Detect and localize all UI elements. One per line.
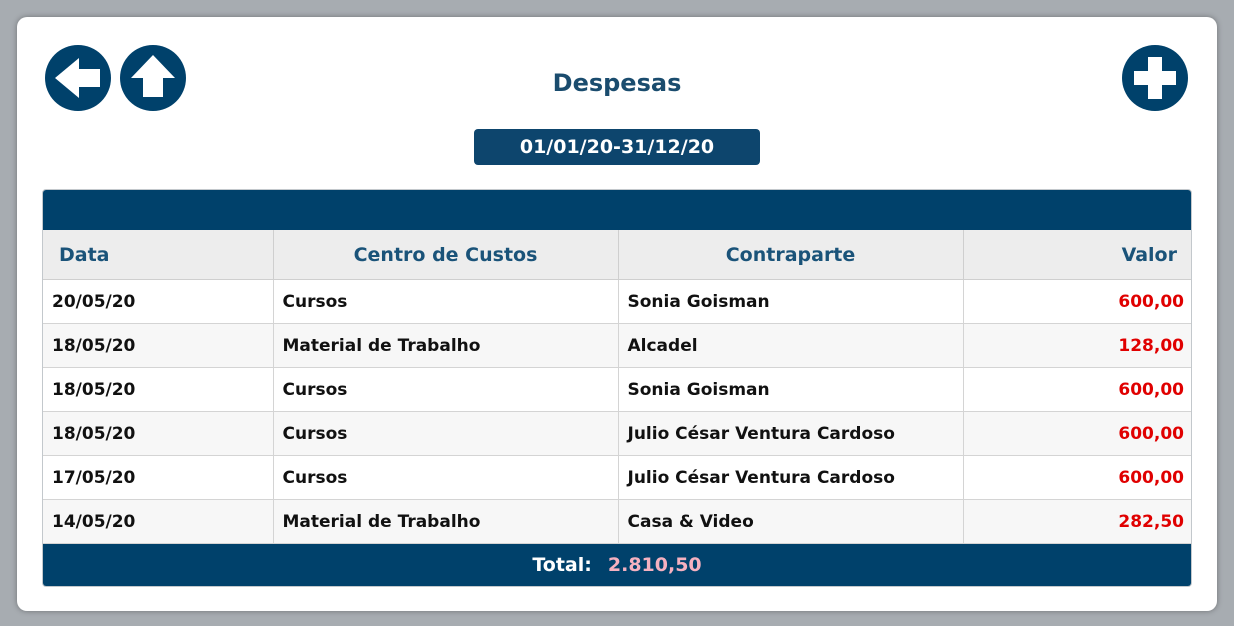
period-separator: -: [613, 136, 621, 158]
cell-centro-de-custos: Cursos: [273, 367, 619, 412]
expenses-table: Data Centro de Custos Contraparte Valor …: [42, 189, 1192, 587]
total-label: Total:: [532, 554, 592, 576]
cell-valor: 600,00: [963, 455, 1191, 500]
page-title: Despesas: [552, 69, 682, 97]
cell-centro-de-custos: Cursos: [273, 455, 619, 500]
column-header-valor[interactable]: Valor: [963, 230, 1191, 280]
add-expense-button[interactable]: [1122, 45, 1188, 111]
cell-centro-de-custos: Material de Trabalho: [273, 323, 619, 368]
cell-data: 14/05/20: [43, 499, 274, 544]
date-range-selector[interactable]: 01/01/20 - 31/12/20: [474, 129, 760, 165]
column-header-data[interactable]: Data: [43, 230, 274, 280]
table-row[interactable]: 17/05/20 Cursos Julio César Ventura Card…: [43, 455, 1191, 500]
table-footer-total: Total: 2.810,50: [43, 544, 1191, 586]
cell-contraparte: Julio César Ventura Cardoso: [618, 411, 964, 456]
plus-icon: [1134, 57, 1176, 99]
cell-valor: 600,00: [963, 411, 1191, 456]
period-end: 31/12/20: [620, 136, 715, 158]
cell-valor: 282,50: [963, 499, 1191, 544]
column-header-centro-de-custos[interactable]: Centro de Custos: [273, 230, 619, 280]
table-header-row: Data Centro de Custos Contraparte Valor: [43, 230, 1191, 280]
cell-centro-de-custos: Cursos: [273, 411, 619, 456]
cell-data: 18/05/20: [43, 411, 274, 456]
expenses-card: Despesas 01/01/20 - 31/12/20 Data Centro…: [17, 17, 1217, 611]
table-top-bar: [43, 190, 1191, 230]
total-value: 2.810,50: [607, 554, 702, 576]
cell-contraparte: Casa & Video: [618, 499, 964, 544]
cell-contraparte: Julio César Ventura Cardoso: [618, 455, 964, 500]
cell-contraparte: Sonia Goisman: [618, 367, 964, 412]
cell-valor: 600,00: [963, 279, 1191, 324]
table-row[interactable]: 14/05/20 Material de Trabalho Casa & Vid…: [43, 499, 1191, 544]
period-start: 01/01/20: [519, 136, 614, 158]
table-row[interactable]: 18/05/20 Cursos Julio César Ventura Card…: [43, 411, 1191, 456]
cell-contraparte: Alcadel: [618, 323, 964, 368]
cell-data: 17/05/20: [43, 455, 274, 500]
table-row[interactable]: 18/05/20 Cursos Sonia Goisman 600,00: [43, 367, 1191, 412]
cell-data: 18/05/20: [43, 367, 274, 412]
cell-centro-de-custos: Material de Trabalho: [273, 499, 619, 544]
table-row[interactable]: 20/05/20 Cursos Sonia Goisman 600,00: [43, 279, 1191, 324]
cell-data: 20/05/20: [43, 279, 274, 324]
column-header-contraparte[interactable]: Contraparte: [618, 230, 964, 280]
expenses-grid: Data Centro de Custos Contraparte Valor …: [43, 230, 1191, 544]
table-row[interactable]: 18/05/20 Material de Trabalho Alcadel 12…: [43, 323, 1191, 368]
cell-valor: 600,00: [963, 367, 1191, 412]
cell-valor: 128,00: [963, 323, 1191, 368]
cell-contraparte: Sonia Goisman: [618, 279, 964, 324]
cell-data: 18/05/20: [43, 323, 274, 368]
cell-centro-de-custos: Cursos: [273, 279, 619, 324]
